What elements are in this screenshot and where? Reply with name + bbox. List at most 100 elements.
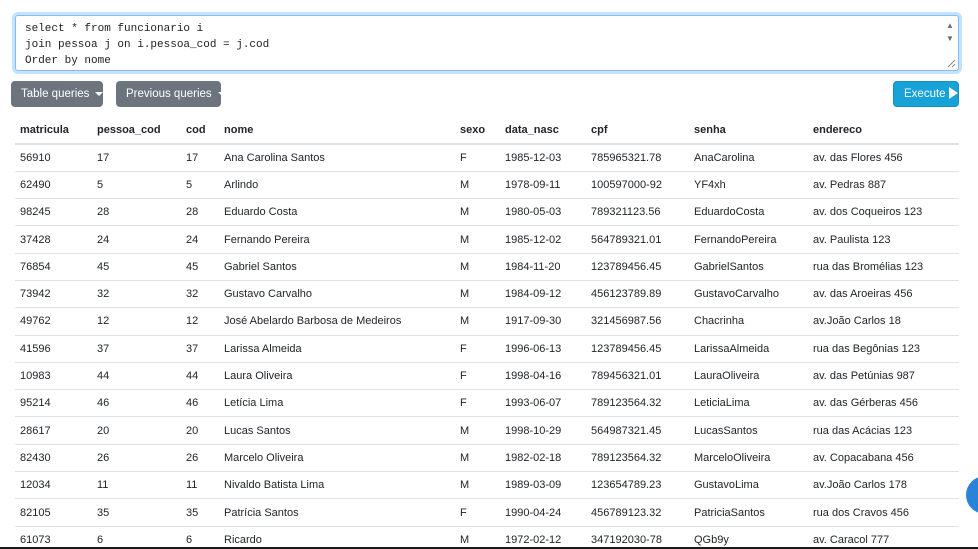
cell-endereco: rua das Acácias 123 <box>808 416 959 445</box>
cell-senha: GustavoLima <box>689 471 808 499</box>
cell-cpf: 321456987.56 <box>586 307 689 336</box>
scroll-down-icon[interactable]: ▼ <box>944 32 956 45</box>
cell-cpf: 456123789.89 <box>586 279 689 308</box>
cell-endereco: av.João Carlos 18 <box>808 307 959 336</box>
table-row: 82105 35 35 Patrícia Santos F 1990-04-24 45678… <box>15 498 959 527</box>
cell-cpf: 564789321.01 <box>586 225 689 254</box>
caret-down-icon <box>95 91 104 96</box>
cell-matricula: 98245 <box>15 198 92 226</box>
cell-senha: LeticiaLima <box>689 389 808 417</box>
column-header-cpf: cpf <box>586 116 689 145</box>
cell-sexo: M <box>455 525 500 549</box>
cell-nome: Ana Carolina Santos <box>219 143 455 172</box>
cell-sexo: M <box>455 416 500 445</box>
cell-matricula: 76854 <box>15 252 92 281</box>
cell-endereco: rua das Bromélias 123 <box>808 252 959 281</box>
cell-data-nasc: 1984-11-20 <box>500 252 586 281</box>
cell-cpf: 789123564.32 <box>586 443 689 472</box>
cell-senha: AnaCarolina <box>689 143 808 172</box>
cell-nome: Nivaldo Batista Lima <box>219 471 455 499</box>
cell-pessoa-cod: 5 <box>92 170 181 199</box>
cell-cod: 11 <box>181 471 219 499</box>
cell-endereco: rua das Begônias 123 <box>808 334 959 363</box>
cell-endereco: av. Copacabana 456 <box>808 443 959 472</box>
cell-cod: 28 <box>181 198 219 226</box>
cell-cpf: 789456321.01 <box>586 361 689 390</box>
cell-cpf: 123789456.45 <box>586 252 689 281</box>
cell-matricula: 56910 <box>15 143 92 172</box>
column-header-nome: nome <box>219 116 455 145</box>
resize-grip-icon[interactable] <box>947 59 956 68</box>
cell-nome: José Abelardo Barbosa de Medeiros <box>219 307 455 336</box>
cell-matricula: 37428 <box>15 225 92 254</box>
cell-senha: LarissaAlmeida <box>689 334 808 363</box>
column-header-data-nasc: data_nasc <box>500 116 586 145</box>
cell-pessoa-cod: 37 <box>92 334 181 363</box>
cell-data-nasc: 1998-04-16 <box>500 361 586 390</box>
cell-pessoa-cod: 26 <box>92 443 181 472</box>
column-header-senha: senha <box>689 116 808 145</box>
cell-data-nasc: 1996-06-13 <box>500 334 586 363</box>
table-row: 82430 26 26 Marcelo Oliveira M 1982-02-18 7891… <box>15 443 959 472</box>
table-row: 73942 32 32 Gustavo Carvalho M 1984-09-12 4561… <box>15 279 959 308</box>
previous-queries-label: Previous queries <box>126 88 212 100</box>
cell-matricula: 82105 <box>15 498 92 527</box>
cell-cpf: 564987321.45 <box>586 416 689 445</box>
cell-cpf: 123789456.45 <box>586 334 689 363</box>
cell-endereco: av. das Aroeiras 456 <box>808 279 959 308</box>
cell-nome: Lucas Santos <box>219 416 455 445</box>
cell-pessoa-cod: 35 <box>92 498 181 527</box>
cell-data-nasc: 1982-02-18 <box>500 443 586 472</box>
cell-pessoa-cod: 44 <box>92 361 181 390</box>
cell-pessoa-cod: 46 <box>92 389 181 417</box>
cell-data-nasc: 1980-05-03 <box>500 198 586 226</box>
scroll-up-icon[interactable]: ▲ <box>944 19 956 32</box>
cell-senha: EduardoCosta <box>689 198 808 226</box>
cell-nome: Laura Oliveira <box>219 361 455 390</box>
cell-cpf: 100597000-92 <box>586 170 689 199</box>
cell-data-nasc: 1989-03-09 <box>500 471 586 499</box>
cell-nome: Letícia Lima <box>219 389 455 417</box>
cell-sexo: M <box>455 443 500 472</box>
cell-cod: 24 <box>181 225 219 254</box>
cell-senha: MarceloOliveira <box>689 443 808 472</box>
cell-cod: 37 <box>181 334 219 363</box>
column-header-endereco: endereco <box>808 116 959 145</box>
column-header-cod: cod <box>181 116 219 145</box>
cell-data-nasc: 1917-09-30 <box>500 307 586 336</box>
cell-cod: 35 <box>181 498 219 527</box>
query-editor[interactable]: select * from funcionario i join pessoa … <box>15 15 959 71</box>
table-row: 37428 24 24 Fernando Pereira M 1985-12-02 5647… <box>15 225 959 254</box>
cell-senha: PatriciaSantos <box>689 498 808 527</box>
cell-sexo: M <box>455 471 500 499</box>
table-row: 41596 37 37 Larissa Almeida F 1996-06-13 12378… <box>15 334 959 363</box>
floating-action-button[interactable] <box>966 476 978 514</box>
table-row: 98245 28 28 Eduardo Costa M 1980-05-03 7893211… <box>15 198 959 226</box>
cell-endereco: av. dos Coqueiros 123 <box>808 198 959 226</box>
cell-senha: GustavoCarvalho <box>689 279 808 308</box>
execute-button[interactable]: Execute <box>893 81 959 107</box>
cell-pessoa-cod: 11 <box>92 471 181 499</box>
cell-cpf: 347192030-78 <box>586 525 689 549</box>
cell-matricula: 61073 <box>15 525 92 549</box>
table-queries-label: Table queries <box>21 88 90 100</box>
cell-senha: YF4xh <box>689 170 808 199</box>
cell-endereco: av. Paulista 123 <box>808 225 959 254</box>
column-header-pessoa-cod: pessoa_cod <box>92 116 181 145</box>
cell-data-nasc: 1990-04-24 <box>500 498 586 527</box>
query-scrollbar[interactable]: ▲ ▼ <box>944 19 956 49</box>
cell-cod: 12 <box>181 307 219 336</box>
previous-queries-button[interactable]: Previous queries <box>116 81 226 107</box>
cell-nome: Gustavo Carvalho <box>219 279 455 308</box>
cell-cpf: 785965321.78 <box>586 143 689 172</box>
table-queries-button[interactable]: Table queries <box>11 81 104 107</box>
cell-endereco: av. Pedras 887 <box>808 170 959 199</box>
cell-data-nasc: 1998-10-29 <box>500 416 586 445</box>
cell-matricula: 73942 <box>15 279 92 308</box>
query-text[interactable]: select * from funcionario i join pessoa … <box>25 21 936 69</box>
cell-cpf: 789321123.56 <box>586 198 689 226</box>
cell-data-nasc: 1985-12-02 <box>500 225 586 254</box>
cell-endereco: av. Caracol 777 <box>808 525 959 549</box>
cell-pessoa-cod: 24 <box>92 225 181 254</box>
table-row: 49762 12 12 José Abelardo Barbosa de Medeir… <box>15 307 959 336</box>
